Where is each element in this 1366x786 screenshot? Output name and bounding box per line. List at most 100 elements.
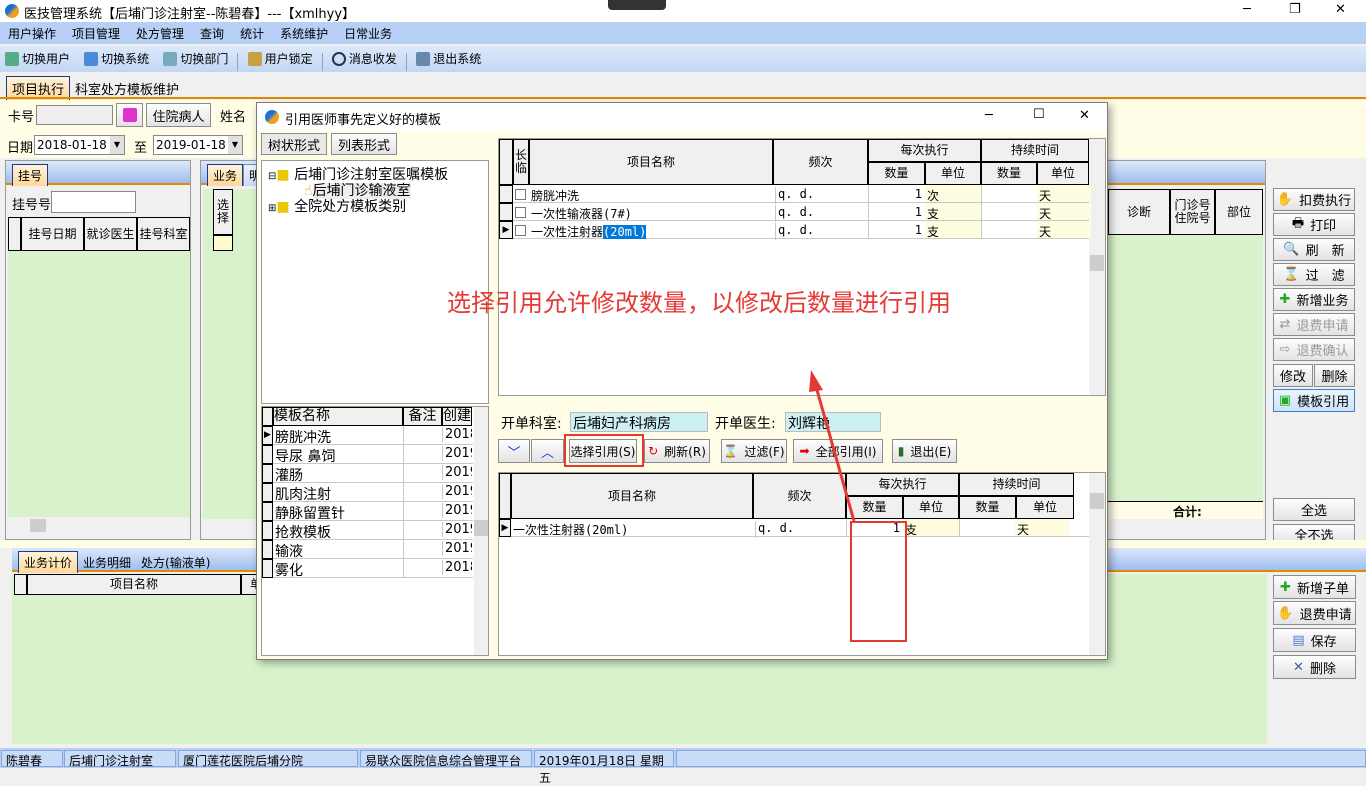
date-to-select[interactable]: 2019-01-18 ▼ xyxy=(153,135,243,155)
exit-dialog-button[interactable]: ▮ 退出(E) xyxy=(892,439,957,463)
maximize-button[interactable]: ❐ xyxy=(1289,2,1301,17)
tree-node[interactable]: ⊞■ 全院处方模板类别 xyxy=(268,196,406,216)
long-term-checkbox[interactable] xyxy=(515,205,526,220)
delete-row-button[interactable]: ✕ 删除 xyxy=(1273,655,1356,679)
select-cell[interactable] xyxy=(213,235,233,251)
minimize-button[interactable]: ─ xyxy=(1243,2,1251,17)
filter-button[interactable]: ⌛ 过 滤 xyxy=(1273,263,1355,286)
lock-user-button[interactable]: 用户锁定 xyxy=(243,46,318,71)
switch-dept-button[interactable]: 切换部门 xyxy=(158,46,233,71)
menu-daily[interactable]: 日常业务 xyxy=(336,22,400,42)
col-duration-qty[interactable]: 数量 xyxy=(959,496,1016,519)
duration-qty[interactable] xyxy=(959,519,1015,536)
menu-stats[interactable]: 统计 xyxy=(232,22,272,42)
switch-system-button[interactable]: 切换系统 xyxy=(79,46,154,71)
template-list-row[interactable]: 导尿 鼻饲 2019 xyxy=(262,445,473,465)
close-button[interactable]: ✕ xyxy=(1335,2,1346,17)
duration-qty[interactable] xyxy=(981,203,1037,220)
edit-button[interactable]: 修改 xyxy=(1273,364,1313,387)
quantity-input[interactable]: 1 xyxy=(868,203,925,220)
grid-row[interactable]: 膀胱冲洗 q. d. 1 次 天 xyxy=(499,185,1091,204)
refresh-button[interactable]: 🔍 刷 新 xyxy=(1273,238,1355,261)
col-doctor[interactable]: 就诊医生 xyxy=(84,217,137,251)
refresh-dialog-button[interactable]: ↻ 刷新(R) xyxy=(644,439,710,463)
grid-row[interactable]: ▶ 一次性注射器(20ml) q. d. 1 支 天 xyxy=(499,221,1091,240)
col-created[interactable]: 创建 xyxy=(442,407,472,426)
menu-prescription-mgmt[interactable]: 处方管理 xyxy=(128,22,192,42)
date-from-select[interactable]: 2018-01-18 ▼ xyxy=(34,135,125,155)
vertical-scrollbar[interactable] xyxy=(1089,139,1105,395)
col-reg-dept[interactable]: 挂号科室 xyxy=(137,217,190,251)
col-duration-unit[interactable]: 单位 xyxy=(1016,496,1074,519)
card-reader-button[interactable] xyxy=(116,103,143,127)
vertical-scrollbar[interactable] xyxy=(474,407,488,655)
refund-apply-button[interactable]: ✋ 退费申请 xyxy=(1273,601,1356,625)
template-list-row[interactable]: 输液 2019 xyxy=(262,540,473,560)
col-unit[interactable]: 单位 xyxy=(903,496,959,519)
dialog-close-button[interactable]: ✕ xyxy=(1079,108,1090,123)
horizontal-scrollbar[interactable] xyxy=(8,517,190,535)
select-all-button[interactable]: 全选 xyxy=(1273,498,1355,521)
col-reg-date[interactable]: 挂号日期 xyxy=(21,217,84,251)
col-item-name[interactable]: 项目名称 xyxy=(511,473,753,519)
tab-business-detail[interactable]: 业务明细 xyxy=(78,552,136,573)
vertical-scrollbar[interactable] xyxy=(1089,473,1105,655)
tab-registration[interactable]: 挂号 xyxy=(12,164,49,186)
inpatient-button[interactable]: 住院病人 xyxy=(146,103,211,127)
delete-button[interactable]: 删除 xyxy=(1314,364,1355,387)
col-remark[interactable]: 备注 xyxy=(403,407,442,426)
duration-qty[interactable] xyxy=(981,185,1037,202)
menu-user-ops[interactable]: 用户操作 xyxy=(0,22,64,42)
quantity-input[interactable]: 1 xyxy=(868,221,925,238)
refund-confirm-button[interactable]: ⇨ 退费确认 xyxy=(1273,338,1355,361)
col-patient-no[interactable]: 门诊号住院号 xyxy=(1170,189,1215,235)
template-list-row[interactable]: 抢救模板 2019 xyxy=(262,521,473,541)
duration-qty[interactable] xyxy=(981,221,1037,238)
dept-field[interactable]: 后埔妇产科病房 xyxy=(570,412,708,432)
col-unit[interactable]: 单位 xyxy=(925,162,981,185)
dialog-minimize-button[interactable]: ─ xyxy=(985,108,993,123)
tab-prescription[interactable]: 处方(输液单) xyxy=(136,552,215,573)
move-down-button[interactable]: ﹀ xyxy=(498,439,530,463)
new-business-button[interactable]: ✚ 新增业务 xyxy=(1273,288,1355,311)
exit-system-button[interactable]: 退出系统 xyxy=(411,46,486,71)
long-term-checkbox[interactable] xyxy=(515,223,526,238)
menu-system-maint[interactable]: 系统维护 xyxy=(272,22,336,42)
col-frequency[interactable]: 频次 xyxy=(773,139,868,185)
reg-no-input[interactable] xyxy=(51,191,136,213)
save-button[interactable]: ▤ 保存 xyxy=(1273,628,1356,652)
tab-list-view[interactable]: 列表形式 xyxy=(331,133,397,155)
col-select[interactable]: 选择 xyxy=(213,189,233,235)
tab-tree-view[interactable]: 树状形式 xyxy=(261,133,327,155)
filter-dialog-button[interactable]: ⌛ 过滤(F) xyxy=(721,439,787,463)
quantity-input[interactable]: 1 xyxy=(868,185,925,202)
dialog-maximize-button[interactable]: ☐ xyxy=(1033,107,1045,122)
template-list-row[interactable]: 灌肠 2019 xyxy=(262,464,473,484)
grid-row[interactable]: ▶ 一次性注射器(20ml) q. d. 1 支 天 xyxy=(499,519,1089,538)
template-list-row[interactable]: 肌肉注射 2019 xyxy=(262,483,473,503)
tab-billing[interactable]: 业务计价 xyxy=(18,551,79,573)
col-qty[interactable]: 数量 xyxy=(868,162,925,185)
tab-business[interactable]: 业务 xyxy=(207,164,244,186)
template-list-row[interactable]: 静脉留置针 2019 xyxy=(262,502,473,522)
col-template-name[interactable]: 模板名称 xyxy=(273,407,403,426)
move-up-button[interactable]: ︿ xyxy=(531,439,564,463)
col-duration-unit[interactable]: 单位 xyxy=(1037,162,1089,185)
refund-request-button[interactable]: ⇄ 退费申请 xyxy=(1273,313,1355,336)
menu-project-mgmt[interactable]: 项目管理 xyxy=(64,22,128,42)
new-sub-order-button[interactable]: ✚ 新增子单 xyxy=(1273,575,1356,599)
col-duration-qty[interactable]: 数量 xyxy=(981,162,1037,185)
col-item-name[interactable]: 项目名称 xyxy=(529,139,773,185)
menu-query[interactable]: 查询 xyxy=(192,22,232,42)
col-item-name[interactable]: 项目名称 xyxy=(27,574,241,595)
col-diagnosis[interactable]: 诊断 xyxy=(1108,189,1170,235)
grid-row[interactable]: 一次性输液器(7#) q. d. 1 支 天 xyxy=(499,203,1091,222)
switch-user-button[interactable]: 切换用户 xyxy=(0,46,75,71)
messages-button[interactable]: 消息收发 xyxy=(327,46,402,71)
col-long-term[interactable]: 长临 xyxy=(513,139,529,185)
long-term-checkbox[interactable] xyxy=(515,187,526,202)
card-input[interactable] xyxy=(36,105,113,125)
template-reference-button[interactable]: ▣ 模板引用 xyxy=(1273,389,1355,412)
charge-execute-button[interactable]: ✋ 扣费执行 xyxy=(1273,188,1355,211)
template-list-row[interactable]: ▶ 膀胱冲洗 2018 xyxy=(262,426,473,446)
